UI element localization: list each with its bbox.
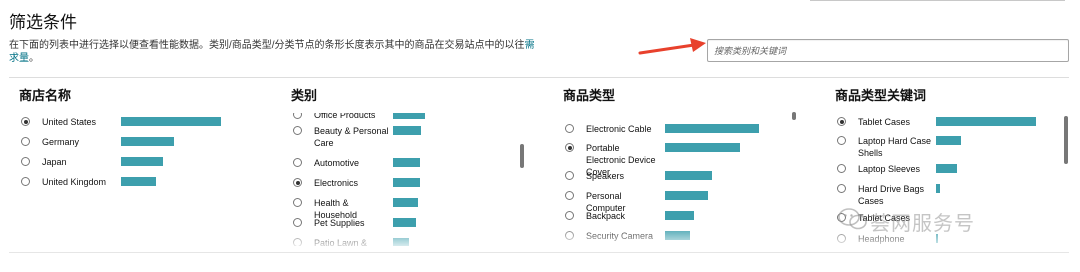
demand-bar <box>936 136 961 145</box>
option-label: Backpack <box>586 211 626 221</box>
demand-bar <box>121 177 156 186</box>
demand-bar <box>393 158 420 167</box>
radio-button[interactable] <box>21 157 30 166</box>
option-label: Germany <box>42 137 80 147</box>
demand-bar <box>393 126 421 135</box>
radio-button[interactable] <box>293 178 302 187</box>
option-label: Office Products <box>314 113 376 120</box>
watermark-text: 荟网服务号 <box>870 213 975 235</box>
search-input[interactable] <box>708 40 1068 61</box>
demand-bar <box>936 164 957 173</box>
top-border-line <box>810 0 1065 1</box>
option-label: Automotive <box>314 158 360 168</box>
option-label: Tablet Cases <box>858 117 911 127</box>
option-label: Speakers <box>586 171 625 181</box>
search-field[interactable] <box>707 39 1069 62</box>
description-end: 。 <box>29 53 39 64</box>
filter-panel: 商品类型 Electronic Cable Portable Electronic … <box>553 86 808 246</box>
bottom-border-line <box>9 252 1069 253</box>
option-label: Electronics <box>314 178 359 188</box>
radio-button[interactable] <box>565 191 574 200</box>
panel-title: 类别 <box>291 88 318 103</box>
filter-panel: 类别 Office Products Beauty & Personal Care A… <box>281 86 536 246</box>
section-divider <box>9 77 1069 78</box>
demand-bar <box>665 143 740 152</box>
option-label: United States <box>42 117 97 127</box>
radio-button[interactable] <box>837 117 846 126</box>
demand-bar <box>665 124 759 133</box>
radio-button[interactable] <box>293 113 302 119</box>
panel-title: 商店名称 <box>19 88 72 103</box>
scrollbar[interactable] <box>520 144 524 168</box>
radio-button[interactable] <box>565 211 574 220</box>
demand-bar <box>121 117 221 126</box>
description-text: 在下面的列表中进行选择以便查看性能数据。类别/商品类型/分类节点的条形长度表示其… <box>9 40 525 51</box>
panel-title: 商品类型关键词 <box>835 88 927 103</box>
radio-button[interactable] <box>21 117 30 126</box>
radio-button[interactable] <box>565 124 574 133</box>
radio-button[interactable] <box>565 171 574 180</box>
option-label: Japan <box>42 157 67 167</box>
radio-button[interactable] <box>21 137 30 146</box>
option-label: United Kingdom <box>42 177 107 187</box>
demand-bar <box>393 178 420 187</box>
wechat-icon <box>838 208 867 230</box>
filter-description: 在下面的列表中进行选择以便查看性能数据。类别/商品类型/分类节点的条形长度表示其… <box>9 39 539 65</box>
radio-button[interactable] <box>837 184 846 193</box>
demand-bar <box>936 117 1036 126</box>
radio-button[interactable] <box>837 164 846 173</box>
option-label: Laptop Hard Case Shells <box>858 136 932 158</box>
radio-button[interactable] <box>837 136 846 145</box>
filter-panel: 商店名称 United States Germany Japan United King… <box>9 86 264 246</box>
demand-bar <box>393 198 418 207</box>
radio-button[interactable] <box>293 158 302 167</box>
radio-button[interactable] <box>293 126 302 135</box>
red-arrow-icon <box>638 38 706 55</box>
demand-bar <box>393 113 425 119</box>
option-label: Hard Drive Bags Cases <box>858 184 925 206</box>
demand-bar <box>121 137 174 146</box>
scrollbar[interactable] <box>1064 116 1068 164</box>
panel-title: 商品类型 <box>563 88 616 103</box>
option-label: Electronic Cable <box>586 124 652 134</box>
radio-button[interactable] <box>293 198 302 207</box>
radio-button[interactable] <box>565 143 574 152</box>
option-label: Beauty & Personal Care <box>314 126 389 148</box>
page-title: 筛选条件 <box>9 13 77 32</box>
option-label: Laptop Sleeves <box>858 164 921 174</box>
demand-bar <box>665 211 694 220</box>
scrollbar[interactable] <box>792 112 796 120</box>
demand-bar <box>121 157 163 166</box>
demand-bar <box>665 191 708 200</box>
demand-bar <box>936 184 940 193</box>
demand-bar <box>665 171 712 180</box>
radio-button[interactable] <box>21 177 30 186</box>
